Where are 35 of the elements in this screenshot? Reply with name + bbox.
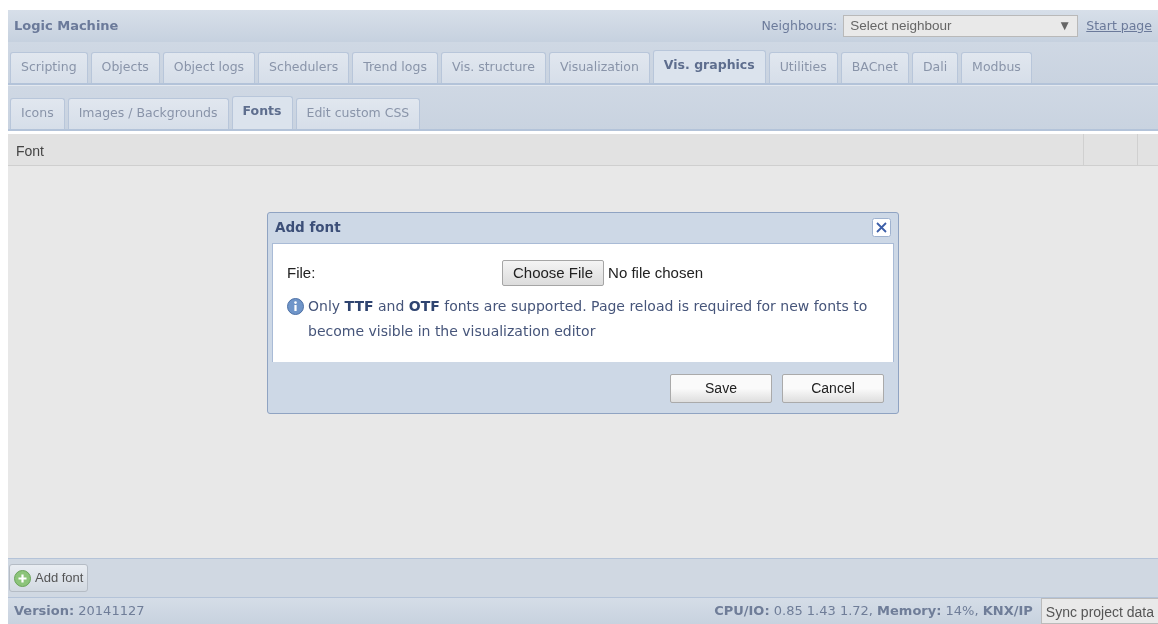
tab[interactable]: Vis. graphics xyxy=(652,50,766,83)
info-text: Only TTF and OTF fonts are supported. Page reload is required for new fonts to become visible in the visualization editor xyxy=(308,297,868,341)
tab[interactable]: Object logs xyxy=(162,52,256,83)
tab[interactable]: Trend logs xyxy=(352,52,438,83)
tab[interactable]: Visualization xyxy=(548,52,650,83)
add-font-button[interactable]: Add font xyxy=(9,564,89,592)
tab[interactable]: Fonts xyxy=(231,95,293,129)
version-text: Version: 20141127 xyxy=(14,602,145,621)
tab[interactable]: Modbus xyxy=(961,52,1032,83)
tab[interactable]: Objects xyxy=(90,52,160,83)
column-header: Font xyxy=(15,141,45,161)
tab[interactable]: BACnet xyxy=(840,52,909,83)
tab[interactable]: Scripting xyxy=(10,52,88,83)
tab[interactable]: Vis. structure xyxy=(440,52,546,83)
tab[interactable]: Icons xyxy=(10,97,65,129)
dialog-title: Add font xyxy=(275,218,341,238)
app-title: Logic Machine xyxy=(14,17,119,36)
dialog-button[interactable]: Cancel xyxy=(782,374,884,403)
tab[interactable]: Images / Backgrounds xyxy=(67,97,229,129)
system-stats: CPU/IO: 0.85 1.43 1.72, Memory: 14%, KNX/IP xyxy=(714,602,1033,621)
tab[interactable]: Dali xyxy=(911,52,959,83)
choose-file-button[interactable]: Choose File xyxy=(502,259,605,286)
plus-icon xyxy=(14,569,31,587)
dialog-button[interactable]: Save xyxy=(670,374,772,403)
close-icon[interactable] xyxy=(872,218,891,237)
tab[interactable]: Utilities xyxy=(768,52,838,83)
tab[interactable]: Edit custom CSS xyxy=(295,97,421,129)
file-status: No file chosen xyxy=(608,262,704,283)
tab[interactable]: Schedulers xyxy=(258,52,350,83)
sync-project-button[interactable]: Sync project data xyxy=(1040,598,1158,624)
start-page-link[interactable]: Start page xyxy=(1086,16,1152,36)
info-icon xyxy=(287,298,304,315)
neighbour-select[interactable]: Select neighbour ▼ xyxy=(843,15,1079,37)
neighbours-label: Neighbours: xyxy=(761,16,838,35)
file-label: File: xyxy=(287,262,317,283)
